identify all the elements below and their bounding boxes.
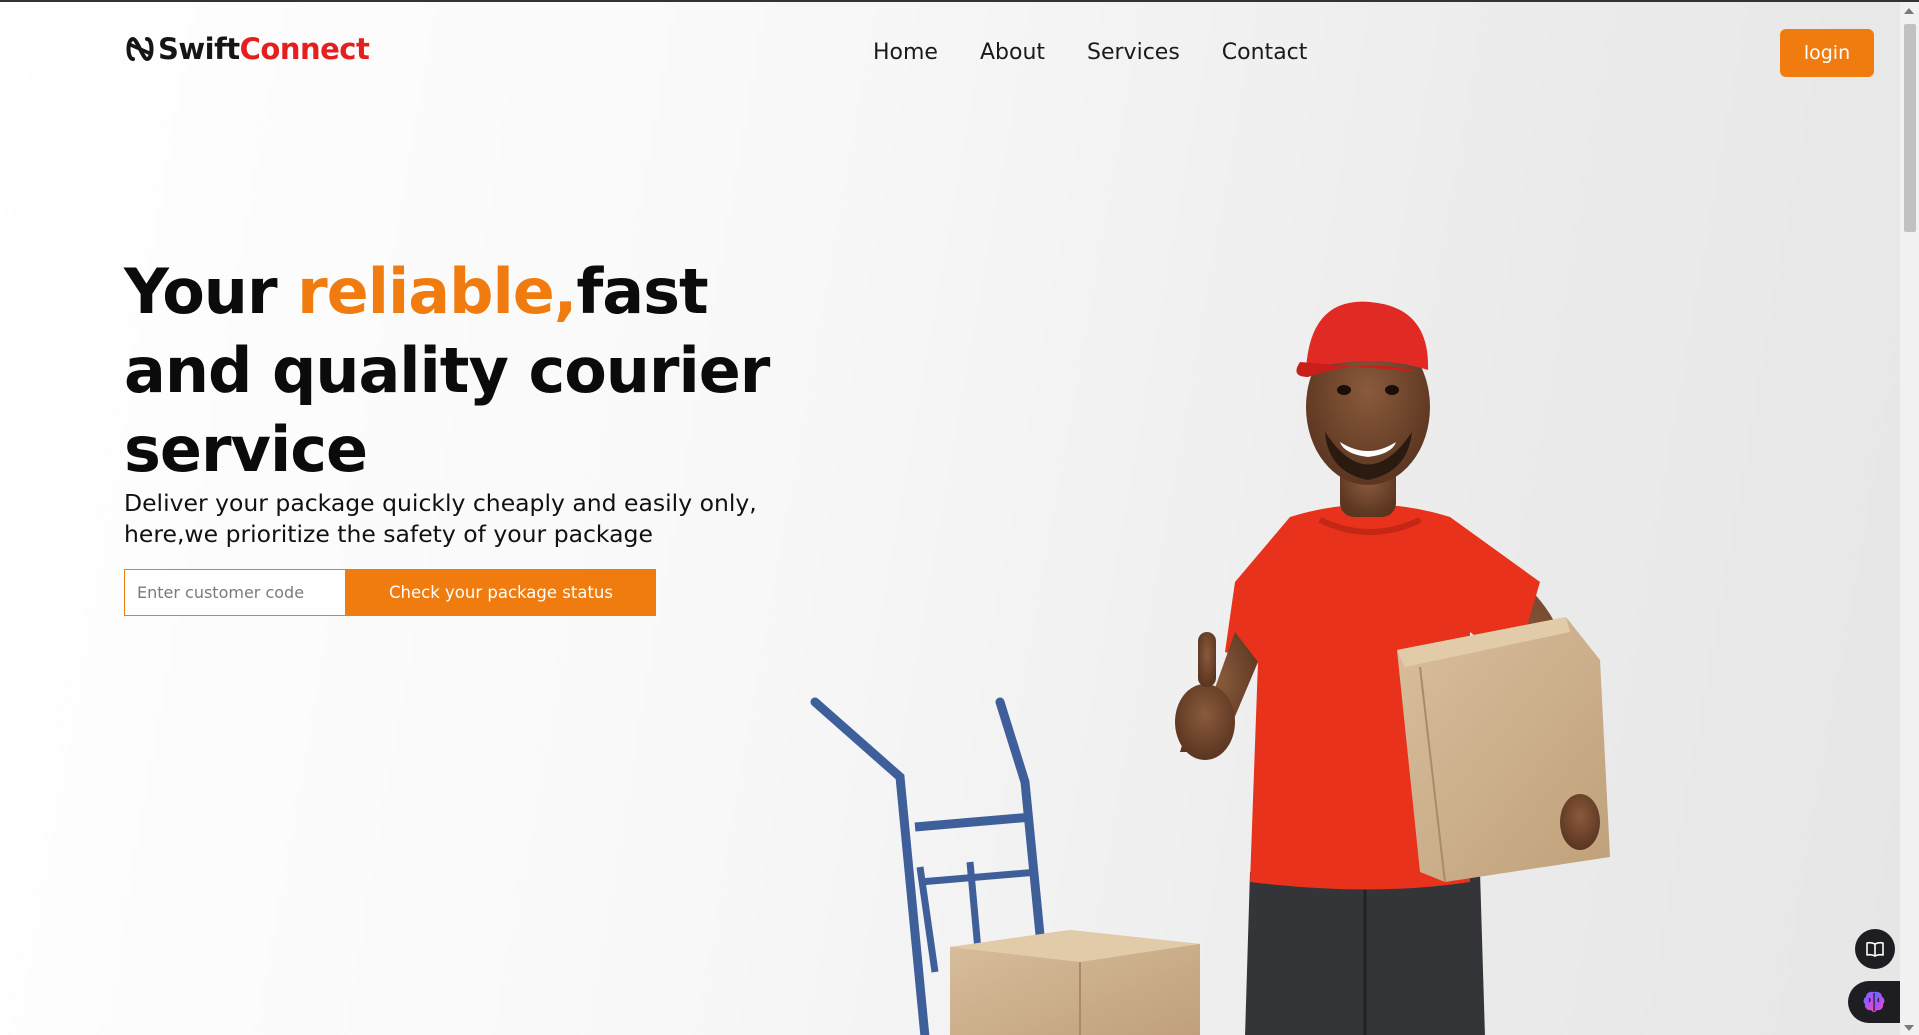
package-tracking-form: Check your package status <box>124 569 656 616</box>
page: Swift Connect Home About Services Contact… <box>0 0 1919 1035</box>
scroll-up-arrow-icon[interactable] <box>1904 8 1914 14</box>
nav-services-link[interactable]: Services <box>1087 40 1180 65</box>
assistant-widget-button[interactable] <box>1848 981 1900 1023</box>
hero-subtitle-line2: here,we prioritize the safety of your pa… <box>124 520 653 548</box>
check-status-button[interactable]: Check your package status <box>346 569 656 616</box>
login-button[interactable]: login <box>1780 29 1874 77</box>
hero-title-part2: fast <box>576 255 708 328</box>
hero-title-line3: service <box>124 413 368 486</box>
logo-link-icon <box>126 36 154 62</box>
nav-home-link[interactable]: Home <box>873 40 938 65</box>
ground-box <box>950 930 1200 1035</box>
brand-name-connect: Connect <box>239 32 370 66</box>
nav-contact-link[interactable]: Contact <box>1222 40 1308 65</box>
main-menu: Home About Services Contact <box>873 40 1349 65</box>
brand-logo[interactable]: Swift Connect <box>124 32 370 66</box>
hero-title-accent: reliable, <box>297 255 577 328</box>
hero-title: Your reliable,fast and quality courier ser… <box>124 252 770 489</box>
hero-subtitle-line1: Deliver your package quickly cheaply and… <box>124 489 757 517</box>
delivery-man <box>1175 301 1610 1035</box>
brain-icon <box>1863 991 1885 1012</box>
customer-code-input[interactable] <box>124 569 346 616</box>
hero-title-part1: Your <box>124 255 298 328</box>
scrollbar-thumb[interactable] <box>1904 24 1916 232</box>
hero-title-line2: and quality courier <box>124 334 770 407</box>
courier-photo <box>810 301 1610 1035</box>
reader-widget-button[interactable] <box>1855 929 1895 969</box>
hero-subtitle: Deliver your package quickly cheaply and… <box>124 488 764 550</box>
scroll-down-arrow-icon[interactable] <box>1904 1025 1914 1031</box>
page-scrollbar[interactable] <box>1900 2 1919 1035</box>
navbar: Swift Connect Home About Services Contact… <box>0 2 1919 102</box>
nav-about-link[interactable]: About <box>980 40 1045 65</box>
book-icon <box>1866 941 1884 957</box>
brand-name-swift: Swift <box>158 32 240 66</box>
